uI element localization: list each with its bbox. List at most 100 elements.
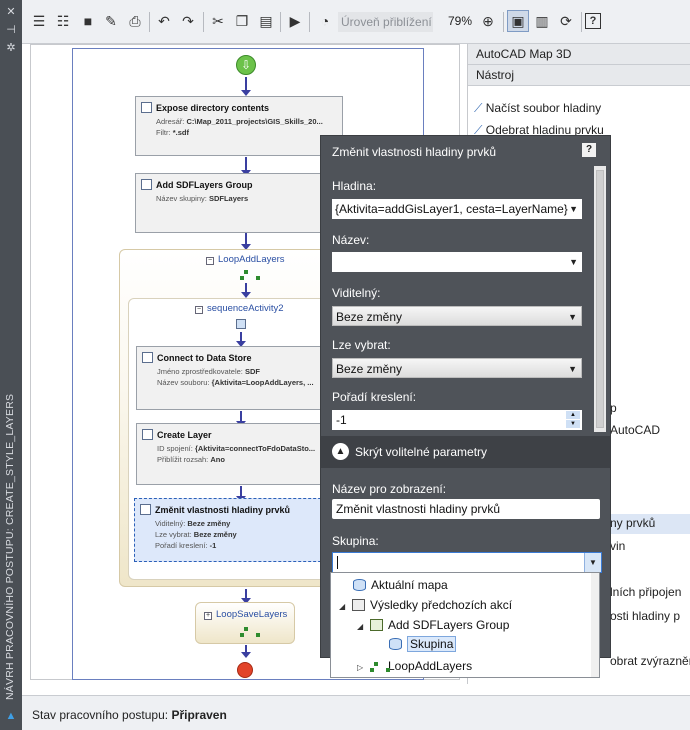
tree-scrollbar[interactable]	[591, 573, 599, 677]
chevron-down-icon[interactable]: ▼	[584, 553, 601, 572]
loop-icon	[370, 661, 390, 673]
poradi-kresleni-stepper[interactable]: -1 ▲ ▼	[332, 410, 582, 430]
loop-save-layers-label: + LoopSaveLayers	[204, 609, 288, 620]
hladina-label: Hladina:	[332, 179, 377, 193]
hide-optional-params-toggle[interactable]: ▲ Skrýt volitelné parametry	[321, 436, 610, 468]
refresh-icon[interactable]: ⟳	[555, 10, 577, 32]
new-workflow-icon[interactable]: ☰	[28, 10, 50, 32]
activity-row: ID spojení: {Aktivita=connectToFdoDataSt…	[157, 444, 316, 453]
sequence-activity[interactable]: − sequenceActivity2 Connect to Data Store…	[128, 298, 352, 580]
viditelny-select[interactable]: Beze změny ▼	[332, 306, 582, 326]
activity-connect-data-store[interactable]: Connect to Data Store Jméno zprostředkov…	[136, 346, 344, 410]
toolbox-item-partial-7[interactable]: obrat zvýraznění	[610, 654, 690, 668]
activity-row: Název skupiny: SDFLayers	[156, 194, 249, 203]
settings-icon[interactable]: ✲	[5, 42, 17, 54]
stepper-up-icon[interactable]: ▲	[566, 411, 580, 419]
layer-icon: ⟋	[474, 101, 486, 115]
activity-icon	[142, 352, 153, 363]
group-icon	[370, 619, 383, 631]
activity-row: Přiblížit rozsah: Ano	[157, 455, 225, 464]
activity-title: Create Layer	[157, 430, 212, 440]
activity-title: Změnit vlastnosti hladiny prvků	[155, 505, 291, 515]
dialog-scrollbar[interactable]	[594, 166, 606, 432]
nazev-combo[interactable]: ▼	[332, 252, 582, 272]
activity-icon	[140, 504, 151, 515]
activity-expose-directory[interactable]: Expose directory contents Adresář: C:\Ma…	[135, 96, 343, 156]
chevron-down-icon: ▼	[569, 204, 578, 214]
activity-change-layer-properties[interactable]: Změnit vlastnosti hladiny prvků Viditeln…	[134, 498, 346, 562]
activity-row: Název souboru: {Aktivita=LoopAddLayers, …	[157, 378, 314, 387]
lze-vybrat-label: Lze vybrat:	[332, 338, 391, 352]
viditelny-label: Viditelný:	[332, 286, 381, 300]
dialog-title: Změnit vlastnosti hladiny prvků	[332, 145, 497, 159]
activity-icon	[141, 179, 152, 190]
toolbox-item-partial-3[interactable]: ny prvků	[610, 514, 690, 534]
activity-row: Jméno zprostředkovatele: SDF	[157, 367, 260, 376]
activity-icon	[141, 102, 152, 113]
workflow-status: Stav pracovního postupu: Připraven	[32, 708, 227, 722]
stepper-down-icon[interactable]: ▼	[566, 420, 580, 428]
help-icon[interactable]: ?	[582, 143, 596, 157]
activity-title: Add SDFLayers Group	[156, 180, 253, 190]
loop-add-layers-label: − LoopAddLayers	[206, 254, 285, 265]
loop-icon	[240, 627, 260, 637]
toolbox-item-partial-1[interactable]: p	[610, 401, 617, 415]
skupina-combo[interactable]: ▼	[332, 552, 602, 573]
tree-item-add-sdflayers-group[interactable]: ◢ Add SDFLayers Group	[357, 618, 509, 632]
toolbox-item-partial-4[interactable]: vin	[610, 539, 625, 553]
skupina-label: Skupina:	[332, 534, 379, 548]
save-as-icon[interactable]: ✎	[100, 10, 122, 32]
activity-row: Viditelný: Beze změny	[155, 519, 231, 528]
activity-icon	[142, 429, 153, 440]
activity-row: Filtr: *.sdf	[156, 128, 189, 137]
zoom-fit-icon[interactable]: ⊕	[477, 10, 499, 32]
collapse-arrow-icon: ◢	[339, 602, 346, 611]
zoom-level-field[interactable]: Úroveň přiblížení	[338, 12, 433, 32]
display-name-input[interactable]: Změnit vlastnosti hladiny prvků	[332, 499, 600, 519]
help-icon[interactable]: ?	[585, 13, 601, 29]
toolbox-item-partial-5[interactable]: lních připojen	[610, 585, 681, 599]
start-icon: ⇩	[236, 55, 256, 75]
toolbox-item-partial-2[interactable]: AutoCAD	[610, 423, 660, 437]
nazev-label: Název:	[332, 233, 370, 247]
chevron-down-icon: ▼	[568, 312, 577, 322]
pin-icon[interactable]: ⊣	[5, 24, 17, 36]
hladina-combo[interactable]: {Aktivita=addGisLayer1, cesta=LayerName}…	[332, 199, 582, 219]
copy-icon[interactable]: ❐	[231, 10, 253, 32]
paste-icon[interactable]: ▤	[255, 10, 277, 32]
layout-icon[interactable]: ▣	[507, 10, 529, 32]
redo-icon[interactable]: ↷	[177, 10, 199, 32]
properties-panel-icon[interactable]: ▥	[531, 10, 553, 32]
tree-item-skupina[interactable]: Skupina	[389, 636, 457, 652]
tree-item-previous-results[interactable]: ◢ Výsledky předchozích akcí	[339, 598, 512, 612]
cut-icon[interactable]: ✂	[207, 10, 229, 32]
save-icon[interactable]: ■	[77, 10, 99, 32]
expand-arrow-icon: ▷	[357, 663, 364, 672]
collapse-up-icon[interactable]: ▲	[332, 443, 349, 460]
open-icon[interactable]: ☷	[52, 10, 74, 32]
activity-row: Lze vybrat: Beze změny	[155, 530, 237, 539]
status-bar: Stav pracovního postupu: Připraven	[22, 695, 690, 730]
toolbox-category-tools[interactable]: Nástroj	[468, 65, 690, 86]
close-icon[interactable]: ✕	[5, 6, 17, 18]
database-icon	[353, 579, 366, 591]
run-workflow-icon[interactable]: ▶	[284, 10, 306, 32]
lze-vybrat-select[interactable]: Beze změny ▼	[332, 358, 582, 378]
activity-add-sdflayers-group[interactable]: Add SDFLayers Group Název skupiny: SDFLa…	[135, 173, 343, 233]
activity-title: Expose directory contents	[156, 103, 270, 113]
tree-item-current-map[interactable]: Aktuální mapa	[353, 578, 448, 592]
toolbox-category-autocad-map[interactable]: AutoCAD Map 3D	[468, 44, 690, 65]
toolbox-item-load-layer-file[interactable]: ⟋ Načíst soubor hladiny	[474, 101, 601, 116]
activity-row: Adresář: C:\Map_2011_projects\GIS_Skills…	[156, 117, 323, 126]
toolbox-item-partial-6[interactable]: osti hladiny p	[610, 609, 680, 623]
activity-title: Connect to Data Store	[157, 353, 252, 363]
database-icon	[389, 638, 402, 650]
tree-item-loop-add-layers[interactable]: ▷ LoopAddLayers	[357, 659, 472, 673]
activity-create-layer[interactable]: Create Layer ID spojení: {Aktivita=conne…	[136, 423, 344, 485]
results-icon	[352, 599, 365, 611]
print-icon[interactable]: ⎙	[124, 10, 146, 32]
undo-icon[interactable]: ↶	[153, 10, 175, 32]
toolbar: ☰ ☷ ■ ✎ ⎙ ↶ ↷ ✂ ❐ ▤ ▶ ◔ Úroveň přiblížen…	[22, 0, 690, 44]
zoom-tool-icon[interactable]: ◔	[314, 10, 336, 32]
loop-save-layers[interactable]: + LoopSaveLayers	[195, 602, 295, 644]
